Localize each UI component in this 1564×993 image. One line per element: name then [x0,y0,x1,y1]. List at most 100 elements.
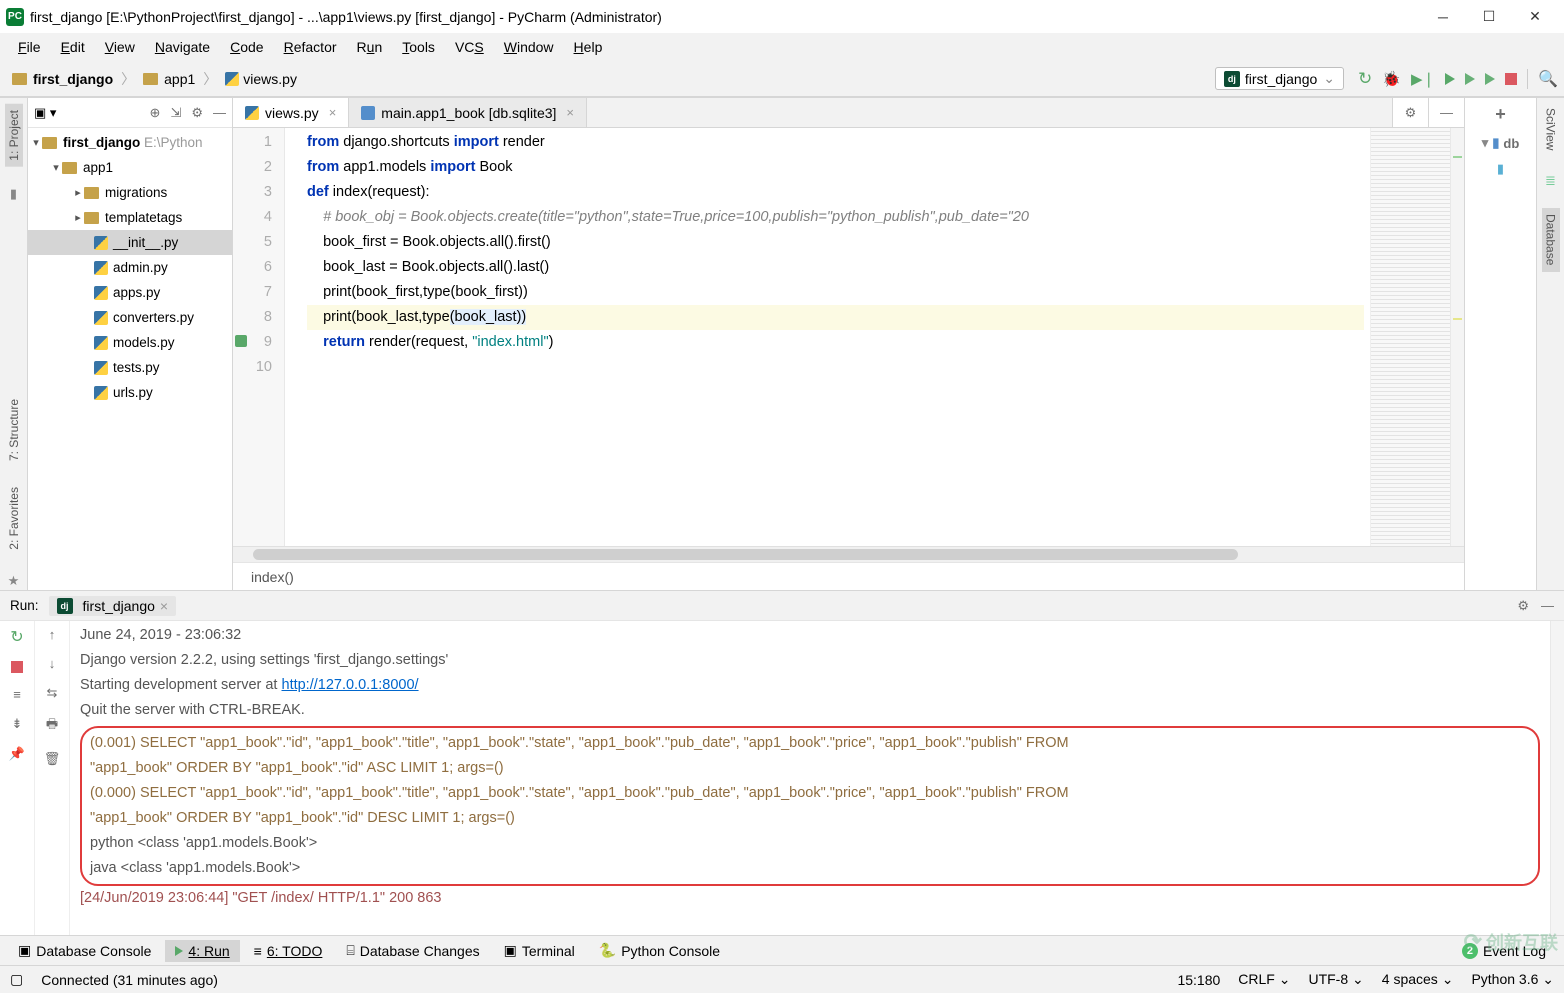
tab-db-table[interactable]: main.app1_book [db.sqlite3]× [349,98,587,127]
tree-admin[interactable]: admin.py [28,255,232,280]
menu-refactor[interactable]: Refactor [274,35,347,59]
file-encoding[interactable]: UTF-8 ⌄ [1308,971,1363,988]
folder-icon [12,73,27,85]
debug-button[interactable]: 🐞 [1382,70,1401,88]
run-tab[interactable]: djfirst_django× [49,596,177,616]
rerun-button[interactable]: ↻ [10,627,23,647]
hide-panel-icon[interactable]: — [213,105,226,121]
run-coverage-button[interactable]: ▶❘ [1411,70,1435,88]
rerun-button[interactable]: ↻ [1358,69,1372,89]
btab-db-changes[interactable]: ⌸Database Changes [336,939,489,962]
close-button[interactable]: ✕ [1512,2,1558,32]
menu-code[interactable]: Code [220,35,273,59]
tree-converters[interactable]: converters.py [28,305,232,330]
tree-tests[interactable]: tests.py [28,355,232,380]
toggle-soft-wrap-icon[interactable]: ≡ [13,687,21,702]
cursor-position[interactable]: 15:180 [1177,972,1220,988]
up-icon[interactable]: ↑ [49,627,56,642]
indent-setting[interactable]: 4 spaces ⌄ [1382,971,1454,988]
menu-navigate[interactable]: Navigate [145,35,220,59]
gear-icon[interactable]: ⚙ [1517,598,1529,614]
menu-view[interactable]: View [95,35,145,59]
tree-models[interactable]: models.py [28,330,232,355]
menu-help[interactable]: Help [564,35,613,59]
menu-window[interactable]: Window [494,35,564,59]
print-icon[interactable]: 🖶 [46,715,58,737]
maximize-button[interactable]: ☐ [1466,2,1512,32]
btab-run[interactable]: 4: Run [165,940,239,962]
stop-button[interactable] [11,661,23,673]
gear-icon[interactable]: ⚙ [191,105,203,121]
close-icon[interactable]: × [566,105,574,120]
pin-icon[interactable]: 📌 [9,746,25,762]
trash-icon[interactable]: 🗑 [44,751,61,767]
btab-todo[interactable]: ≡6: TODO [244,940,333,962]
tool-sciview[interactable]: SciView [1544,104,1558,154]
code-editor[interactable]: 12345678910 from django.shortcuts import… [233,128,1464,546]
breadcrumb-file[interactable]: views.py [219,69,303,89]
server-url-link[interactable]: http://127.0.0.1:8000/ [282,677,419,693]
close-icon[interactable]: × [329,105,337,120]
add-datasource-button[interactable]: + [1495,104,1506,125]
editor-gear-icon[interactable]: ⚙ [1392,98,1428,127]
menu-run[interactable]: Run [347,35,393,59]
tree-apps[interactable]: apps.py [28,280,232,305]
project-view-selector[interactable]: ▣ ▾ [34,105,56,121]
tree-templatetags[interactable]: ▸templatetags [28,205,232,230]
scroll-to-end-icon[interactable]: ⇟ [12,716,23,732]
wrap-icon[interactable]: ⇆ [47,685,58,701]
breadcrumb-app[interactable]: app1 [137,69,201,89]
btab-db-console[interactable]: ▣Database Console [8,939,161,962]
horizontal-scrollbar[interactable] [233,546,1464,562]
btab-python-console[interactable]: 🐍Python Console [589,939,730,962]
interpreter[interactable]: Python 3.6 ⌄ [1471,971,1554,988]
collapse-all-icon[interactable]: ⇲ [170,105,181,121]
gutter: 12345678910 [233,128,285,546]
db-folder-icon[interactable]: ▮ [1497,161,1504,177]
hide-run-icon[interactable]: — [1541,598,1554,614]
tree-init[interactable]: __init__.py [28,230,232,255]
db-entry[interactable]: ▾ ▮ db [1482,135,1520,151]
run-button[interactable] [1445,73,1455,85]
breadcrumb-root[interactable]: first_django [6,69,119,89]
run-concurrency-button[interactable] [1485,73,1495,85]
console-output[interactable]: June 24, 2019 - 23:06:32 Django version … [70,621,1550,935]
menu-vcs[interactable]: VCS [445,35,494,59]
db-changes-icon: ⌸ [346,942,354,959]
editor-breadcrumb[interactable]: index() [233,562,1464,590]
menu-tools[interactable]: Tools [392,35,445,59]
console-scrollbar[interactable] [1550,621,1564,935]
run-title: Run: [10,598,39,613]
stop-button[interactable] [1505,73,1517,85]
hide-editor-icon[interactable]: — [1428,98,1464,127]
menu-edit[interactable]: Edit [51,35,95,59]
minimize-button[interactable]: ─ [1420,2,1466,32]
tab-views-py[interactable]: views.py× [233,98,349,127]
tool-project[interactable]: 1: Project [5,104,23,167]
search-everywhere-button[interactable]: 🔍 [1538,69,1558,89]
tree-migrations[interactable]: ▸migrations [28,180,232,205]
python-file-icon [245,106,259,120]
project-tree[interactable]: ▾first_django E:\Python ▾app1 ▸migration… [28,128,232,590]
tool-structure[interactable]: 7: Structure [7,395,21,465]
status-indicator-icon[interactable]: ▢ [10,971,23,988]
tree-root[interactable]: ▾first_django E:\Python [28,130,232,155]
django-icon: dj [57,598,73,614]
minimap[interactable] [1370,128,1450,546]
editor-scrollbar[interactable] [1450,128,1464,546]
menu-file[interactable]: File [8,35,51,59]
tree-app1[interactable]: ▾app1 [28,155,232,180]
run-configuration-selector[interactable]: dj first_django ⌄ [1215,67,1344,90]
tool-favorites[interactable]: 2: Favorites [7,483,21,554]
code-body[interactable]: from django.shortcuts import render from… [285,128,1370,546]
navigation-bar: first_django 〉 app1 〉 views.py dj first_… [0,61,1564,97]
run-left-controls: ↻ ≡ ⇟ 📌 [0,621,35,935]
scroll-from-source-icon[interactable]: ⊕ [150,105,161,121]
down-icon[interactable]: ↓ [49,656,56,671]
html-gutter-icon[interactable] [235,335,247,347]
btab-terminal[interactable]: ▣Terminal [494,939,585,962]
profile-button[interactable] [1465,73,1475,85]
tree-urls[interactable]: urls.py [28,380,232,405]
line-separator[interactable]: CRLF ⌄ [1238,971,1290,988]
tool-database[interactable]: Database [1542,208,1560,271]
